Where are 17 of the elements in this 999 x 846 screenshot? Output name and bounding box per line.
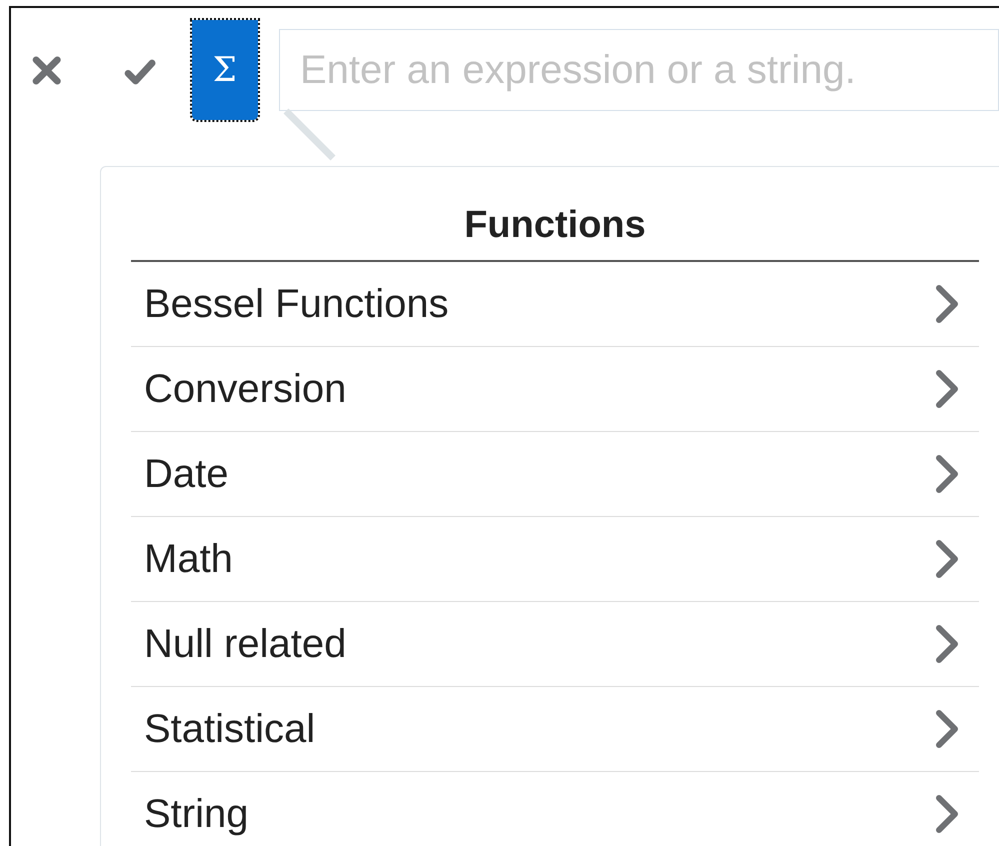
function-category-item[interactable]: Null related xyxy=(131,602,979,687)
function-category-item[interactable]: Date xyxy=(131,432,979,517)
function-category-item[interactable]: Bessel Functions xyxy=(131,262,979,347)
chevron-right-icon xyxy=(935,709,959,749)
popup-title: Functions xyxy=(131,167,979,262)
expression-field[interactable]: Enter an expression or a string. xyxy=(279,29,999,111)
function-category-item[interactable]: Conversion xyxy=(131,347,979,432)
function-category-item[interactable]: String xyxy=(131,772,979,846)
chevron-right-icon xyxy=(935,539,959,579)
function-category-item[interactable]: Math xyxy=(131,517,979,602)
function-category-item[interactable]: Statistical xyxy=(131,687,979,772)
chevron-right-icon xyxy=(935,794,959,834)
chevron-right-icon xyxy=(935,284,959,324)
chevron-right-icon xyxy=(935,454,959,494)
chevron-right-icon xyxy=(935,624,959,664)
chevron-right-icon xyxy=(935,369,959,409)
sigma-button[interactable]: Σ xyxy=(192,20,258,120)
